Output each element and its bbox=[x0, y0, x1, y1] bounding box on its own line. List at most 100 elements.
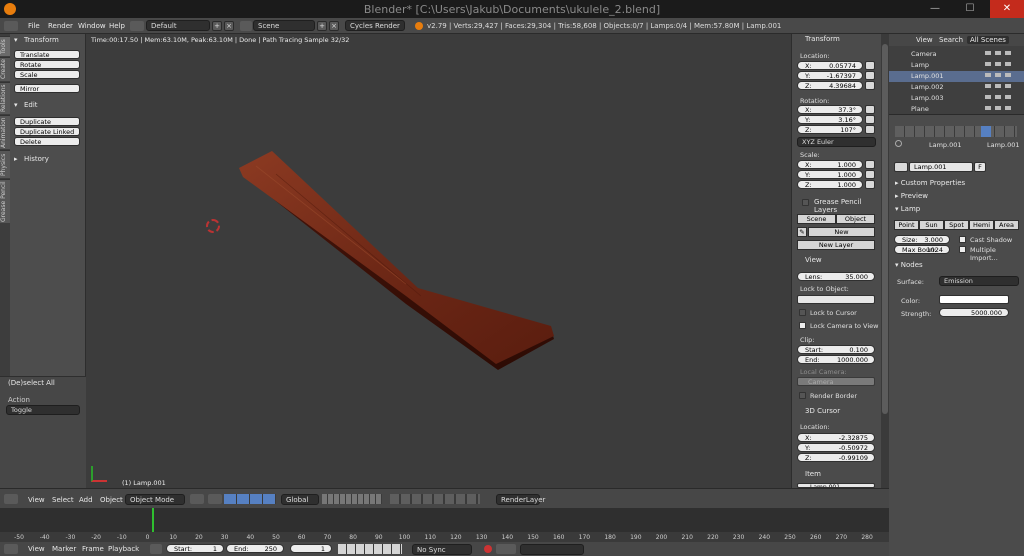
selectability-arrow-icon[interactable] bbox=[995, 51, 1001, 111]
n-panel-scrollbar[interactable] bbox=[881, 34, 889, 488]
surface-shader-select[interactable]: Emission bbox=[939, 276, 1019, 286]
fake-user-button[interactable]: F bbox=[974, 162, 986, 172]
record-button-icon[interactable] bbox=[484, 545, 492, 553]
outliner-row-lamp-003[interactable]: Lamp.003 bbox=[889, 93, 1024, 104]
lamp-header[interactable]: ▾ Lamp bbox=[895, 205, 920, 213]
lamp-size-field[interactable]: Size: 3.000 bbox=[894, 235, 950, 244]
visibility-eye-icon[interactable] bbox=[985, 51, 991, 111]
timeline-editor-type-icon[interactable] bbox=[4, 544, 18, 554]
cursor-z-field[interactable]: Z: -0.99109 bbox=[797, 453, 875, 462]
outliner-view-menu[interactable]: View bbox=[916, 36, 933, 44]
renderability-camera-icon[interactable] bbox=[1005, 51, 1011, 111]
viewport-editor-type-icon[interactable] bbox=[4, 494, 18, 504]
screen-layout-icon[interactable] bbox=[130, 21, 144, 31]
item-panel-header[interactable]: Item bbox=[805, 470, 821, 478]
scale-x-field[interactable]: X: 1.000 bbox=[797, 160, 863, 169]
menu-help[interactable]: Help bbox=[109, 22, 125, 30]
cast-shadow-checkbox[interactable] bbox=[959, 236, 966, 243]
rotation-mode-select[interactable]: XYZ Euler bbox=[797, 137, 876, 147]
lamp-datablock-field[interactable]: Lamp.001 bbox=[909, 162, 973, 172]
action-select[interactable]: Toggle bbox=[6, 405, 80, 415]
layer-buttons[interactable] bbox=[322, 494, 382, 504]
outliner-row-lamp-001[interactable]: Lamp.001 bbox=[889, 71, 1024, 82]
scale-z-field[interactable]: Z: 1.000 bbox=[797, 180, 863, 189]
lamp-type-spot[interactable]: Spot bbox=[944, 220, 969, 230]
menu-window[interactable]: Window bbox=[78, 22, 106, 30]
rotation-y-field[interactable]: Y: 3.16° bbox=[797, 115, 863, 124]
location-z-field[interactable]: Z: 4.39684 bbox=[797, 81, 863, 90]
sync-select[interactable]: No Sync bbox=[412, 544, 472, 555]
vp-menu-object[interactable]: Object bbox=[100, 496, 123, 504]
nodes-header[interactable]: ▾ Nodes bbox=[895, 261, 923, 269]
max-bounces-field[interactable]: Max Boun: 1024 bbox=[894, 245, 950, 254]
editor-type-icon[interactable] bbox=[4, 21, 18, 31]
outliner-row-lamp-002[interactable]: Lamp.002 bbox=[889, 82, 1024, 93]
preview-range-icon[interactable] bbox=[150, 544, 162, 554]
outliner-display-select[interactable]: All Scenes bbox=[967, 36, 1009, 44]
properties-context-tabs[interactable] bbox=[895, 126, 1017, 137]
history-panel-header[interactable]: History bbox=[24, 155, 49, 163]
tab-animation[interactable]: Animation bbox=[0, 115, 10, 149]
lock-object-field[interactable] bbox=[797, 295, 875, 304]
edit-panel-toggle[interactable]: ▾ bbox=[14, 101, 18, 109]
transform-panel-toggle[interactable]: ▾ bbox=[14, 36, 18, 44]
view-panel-header[interactable]: View bbox=[805, 256, 822, 264]
current-frame-field[interactable]: 1 bbox=[290, 544, 332, 553]
tl-menu-view[interactable]: View bbox=[28, 545, 45, 553]
scrollbar-thumb[interactable] bbox=[882, 44, 888, 414]
maximize-button[interactable]: ☐ bbox=[955, 0, 985, 18]
lock-cursor-checkbox[interactable] bbox=[799, 309, 806, 316]
lamp-type-area[interactable]: Area bbox=[994, 220, 1019, 230]
3d-viewport[interactable]: Time:00:17.50 | Mem:63.10M, Peak:63.10M … bbox=[86, 34, 791, 488]
pin-icon[interactable] bbox=[895, 140, 902, 147]
tab-tools[interactable]: Tools bbox=[0, 36, 10, 56]
remove-screen-button[interactable]: × bbox=[224, 21, 234, 31]
grease-pencil-header[interactable]: Grease Pencil Layers bbox=[814, 198, 881, 214]
outliner-row-camera[interactable]: Camera bbox=[889, 49, 1024, 60]
history-panel-toggle[interactable]: ▸ bbox=[14, 155, 18, 163]
custom-properties-header[interactable]: ▸ Custom Properties bbox=[895, 179, 965, 187]
lock-location-z-icon[interactable] bbox=[865, 81, 875, 90]
vp-menu-select[interactable]: Select bbox=[52, 496, 74, 504]
lamp-type-sun[interactable]: Sun bbox=[919, 220, 944, 230]
gp-scene-tab[interactable]: Scene bbox=[797, 214, 836, 224]
pencil-icon[interactable]: ✎ bbox=[797, 227, 807, 237]
new-layer-button[interactable]: New Layer bbox=[797, 240, 875, 250]
gp-object-tab[interactable]: Object bbox=[836, 214, 875, 224]
tab-relations[interactable]: Relations bbox=[0, 82, 10, 114]
screen-layout-field[interactable]: Default bbox=[146, 20, 210, 31]
n-transform-header[interactable]: Transform bbox=[805, 35, 840, 43]
tl-menu-playback[interactable]: Playback bbox=[108, 545, 139, 553]
scale-y-field[interactable]: Y: 1.000 bbox=[797, 170, 863, 179]
viewport-tool-icons[interactable] bbox=[390, 494, 480, 504]
frame-end-field[interactable]: End: 250 bbox=[226, 544, 284, 553]
add-screen-button[interactable]: + bbox=[212, 21, 222, 31]
mode-select[interactable]: Object Mode bbox=[125, 494, 185, 505]
tl-menu-frame[interactable]: Frame bbox=[82, 545, 104, 553]
gp-new-button[interactable]: New bbox=[808, 227, 875, 237]
clip-end-field[interactable]: End: 1000.000 bbox=[797, 355, 875, 364]
lock-scale-y-icon[interactable] bbox=[865, 170, 875, 179]
tab-physics[interactable]: Physics bbox=[0, 150, 10, 178]
local-camera-field[interactable]: Camera bbox=[797, 377, 875, 386]
grease-pencil-enable-checkbox[interactable] bbox=[802, 199, 809, 206]
translate-button[interactable]: Translate bbox=[14, 50, 80, 59]
cursor-x-field[interactable]: X: -2.32875 bbox=[797, 433, 875, 442]
scene-field[interactable]: Scene bbox=[253, 20, 315, 31]
outliner-search-menu[interactable]: Search bbox=[939, 36, 963, 44]
edit-panel-header[interactable]: Edit bbox=[24, 101, 38, 109]
render-layer-select[interactable]: RenderLayer bbox=[496, 494, 545, 505]
3d-cursor[interactable] bbox=[206, 219, 220, 233]
render-border-checkbox[interactable] bbox=[799, 392, 806, 399]
duplicate-button[interactable]: Duplicate bbox=[14, 117, 80, 126]
add-scene-button[interactable]: + bbox=[317, 21, 327, 31]
ukulele-neck-mesh[interactable] bbox=[86, 34, 791, 488]
vp-menu-view[interactable]: View bbox=[28, 496, 45, 504]
menu-render[interactable]: Render bbox=[48, 22, 73, 30]
delete-button[interactable]: Delete bbox=[14, 137, 80, 146]
tab-grease-pencil[interactable]: Grease Pencil bbox=[0, 179, 10, 223]
close-button[interactable]: ✕ bbox=[990, 0, 1024, 18]
rotation-x-field[interactable]: X: 37.3° bbox=[797, 105, 863, 114]
lock-location-x-icon[interactable] bbox=[865, 61, 875, 70]
minimize-button[interactable]: — bbox=[920, 0, 950, 18]
